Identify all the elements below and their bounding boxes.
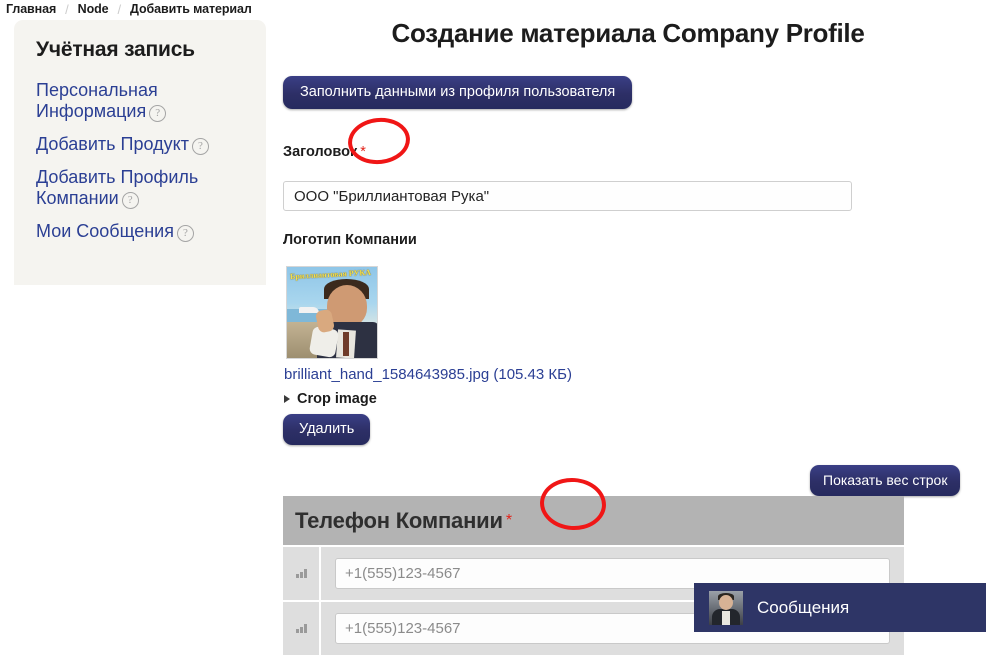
company-logo-thumbnail[interactable]: Бриллиантовая РУКА (286, 266, 378, 359)
help-icon[interactable]: ? (121, 191, 139, 209)
sidebar-item-label: Добавить Продукт (36, 133, 189, 154)
avatar (709, 590, 743, 625)
title-field-label: Заголовок * (283, 144, 366, 160)
breadcrumb-separator: / (117, 1, 122, 17)
poster-caption: Бриллиантовая РУКА (289, 267, 372, 282)
breadcrumb-separator: / (65, 1, 69, 17)
avatar-face (719, 594, 733, 610)
page-title: Создание материала Company Profile (391, 18, 865, 48)
sidebar-item-label: Персональная Информация (36, 80, 158, 121)
sidebar-item-personal-info[interactable]: Персональная Информация? (36, 80, 241, 122)
main-content: Создание материала Company Profile Запол… (283, 18, 973, 655)
poster-tie (343, 332, 349, 356)
company-logo-label: Логотип Компании (283, 232, 417, 248)
breadcrumb-item-node[interactable]: Node (78, 2, 109, 16)
uploaded-file-size: (105.43 КБ) (493, 366, 572, 383)
sidebar-heading: Учётная запись (36, 38, 195, 61)
sidebar-item-label: Добавить Профиль Компании (36, 166, 199, 208)
row-drag-handle[interactable] (283, 602, 321, 655)
show-row-weights-button[interactable]: Показать вес строк (810, 465, 961, 496)
breadcrumb-item-home[interactable]: Главная (6, 2, 56, 16)
required-asterisk: * (505, 511, 512, 529)
messages-widget[interactable]: Сообщения (694, 583, 986, 632)
crop-image-label: Crop image (297, 391, 377, 407)
help-icon[interactable]: ? (191, 137, 209, 155)
sidebar-item-add-product[interactable]: Добавить Продукт? (36, 134, 241, 155)
delete-image-button[interactable]: Удалить (283, 414, 371, 445)
sidebar-item-my-messages[interactable]: Мои Сообщения? (36, 221, 241, 242)
avatar-shirt (722, 610, 730, 625)
breadcrumb: Главная / Node / Добавить материал (6, 0, 252, 18)
crop-image-disclosure[interactable]: Crop image (284, 391, 377, 407)
account-sidebar: Учётная запись Персональная Информация? … (14, 20, 266, 285)
sidebar-item-add-company-profile[interactable]: Добавить Профиль Компании? (36, 167, 241, 209)
breadcrumb-item-add-content: Добавить материал (130, 2, 252, 16)
fill-from-profile-button[interactable]: Заполнить данными из профиля пользовател… (283, 76, 633, 109)
help-icon[interactable]: ? (176, 224, 194, 242)
row-drag-handle[interactable] (283, 547, 321, 600)
help-icon[interactable]: ? (149, 104, 167, 122)
sidebar-item-label: Мои Сообщения (36, 220, 174, 241)
company-phone-header: Телефон Компании * (283, 496, 904, 545)
chevron-right-icon (284, 395, 290, 403)
drag-handle-icon (295, 569, 307, 578)
company-phone-header-text: Телефон Компании (295, 507, 503, 533)
title-input[interactable] (283, 181, 852, 211)
uploaded-file-row: brilliant_hand_1584643985.jpg (105.43 КБ… (284, 366, 572, 383)
messages-widget-label: Сообщения (757, 597, 850, 617)
uploaded-file-link[interactable]: brilliant_hand_1584643985.jpg (284, 366, 489, 383)
required-asterisk: * (360, 144, 366, 160)
title-label-text: Заголовок (283, 144, 358, 160)
